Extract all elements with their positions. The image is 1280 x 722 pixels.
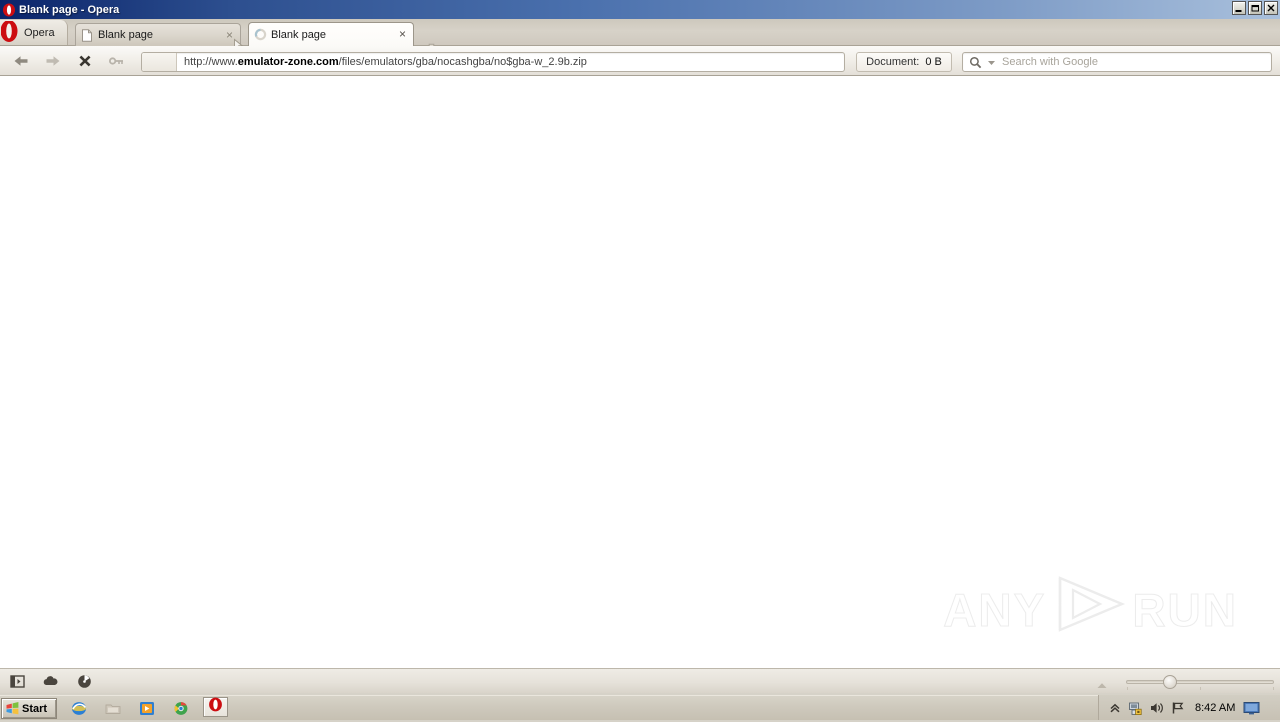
speedometer-icon[interactable]	[76, 673, 93, 690]
url-path: /files/emulators/gba/nocashgba/no$gba-w_…	[338, 56, 587, 68]
windows-flag-icon	[5, 701, 20, 716]
close-button[interactable]	[1264, 1, 1278, 15]
window-titlebar: Blank page - Opera	[0, 0, 1280, 19]
monitor-icon[interactable]	[1243, 701, 1260, 715]
play-triangle-icon	[1050, 573, 1128, 646]
network-lock-icon[interactable]	[1128, 700, 1144, 716]
document-value: 0 B	[925, 56, 942, 68]
document-label: Document:	[866, 56, 920, 68]
opera-taskbar-button[interactable]	[203, 697, 228, 717]
start-button[interactable]: Start	[1, 698, 57, 719]
loading-spinner-icon	[254, 28, 267, 41]
media-player-icon[interactable]	[138, 700, 156, 717]
security-badge	[142, 53, 177, 71]
address-bar-url: http://www.emulator-zone.com/files/emula…	[184, 56, 587, 68]
anyrun-watermark: ANY RUN	[943, 573, 1238, 646]
triangle-up-icon[interactable]	[1096, 677, 1108, 695]
search-icon	[969, 56, 982, 69]
clock[interactable]: 8:42 AM	[1195, 702, 1235, 714]
zoom-slider[interactable]	[1126, 675, 1274, 690]
opera-status-bar	[0, 668, 1280, 693]
flag-icon[interactable]	[1170, 700, 1186, 716]
tab-label: Blank page	[271, 28, 327, 41]
windows-taskbar: Start	[0, 695, 1280, 720]
arrow-left-icon[interactable]	[8, 49, 34, 73]
folder-icon[interactable]	[104, 700, 122, 717]
window-title: Blank page - Opera	[19, 3, 120, 16]
page-content-area: ANY RUN	[0, 76, 1280, 668]
search-placeholder: Search with Google	[1002, 56, 1098, 68]
opera-logo-icon	[2, 3, 16, 17]
zoom-slider-handle[interactable]	[1163, 675, 1177, 689]
opera-logo-icon	[208, 697, 223, 717]
stop-x-icon[interactable]	[72, 49, 98, 73]
url-prefix: http://www.	[184, 56, 238, 68]
start-label: Start	[22, 702, 48, 715]
panel-toggle-icon[interactable]	[9, 673, 26, 690]
opera-menu-button[interactable]: Opera	[0, 20, 68, 45]
system-tray: 8:42 AM	[1098, 695, 1280, 720]
tab-label: Blank page	[98, 29, 154, 41]
chevron-down-icon[interactable]	[987, 58, 996, 67]
internet-explorer-icon[interactable]	[70, 700, 88, 717]
opera-menu-label: Opera	[24, 26, 55, 39]
minimize-button[interactable]	[1232, 1, 1246, 15]
watermark-text-right: RUN	[1132, 583, 1238, 636]
watermark-text-left: ANY	[943, 583, 1047, 636]
tab-strip: Opera Blank page × Blank page ×	[0, 19, 1280, 58]
browser-tab[interactable]: Blank page ×	[248, 22, 414, 46]
key-wand-icon[interactable]	[104, 49, 130, 73]
opera-logo-icon	[0, 20, 20, 44]
arrow-right-icon[interactable]	[40, 49, 66, 73]
chrome-icon[interactable]	[172, 700, 190, 717]
browser-tab[interactable]: Blank page ×	[75, 23, 241, 46]
chevron-up-icon[interactable]	[1107, 700, 1123, 716]
tab-close-button[interactable]: ×	[396, 28, 409, 41]
blank-document-icon	[81, 28, 93, 42]
url-domain: emulator-zone.com	[237, 56, 339, 68]
restore-button[interactable]	[1248, 1, 1262, 15]
volume-icon[interactable]	[1149, 700, 1165, 716]
cloud-icon[interactable]	[42, 673, 59, 690]
document-size-indicator: Document: 0 B	[856, 52, 952, 72]
address-bar[interactable]: http://www.emulator-zone.com/files/emula…	[141, 52, 845, 72]
window-controls	[1232, 1, 1278, 15]
search-input[interactable]: Search with Google	[962, 52, 1272, 72]
